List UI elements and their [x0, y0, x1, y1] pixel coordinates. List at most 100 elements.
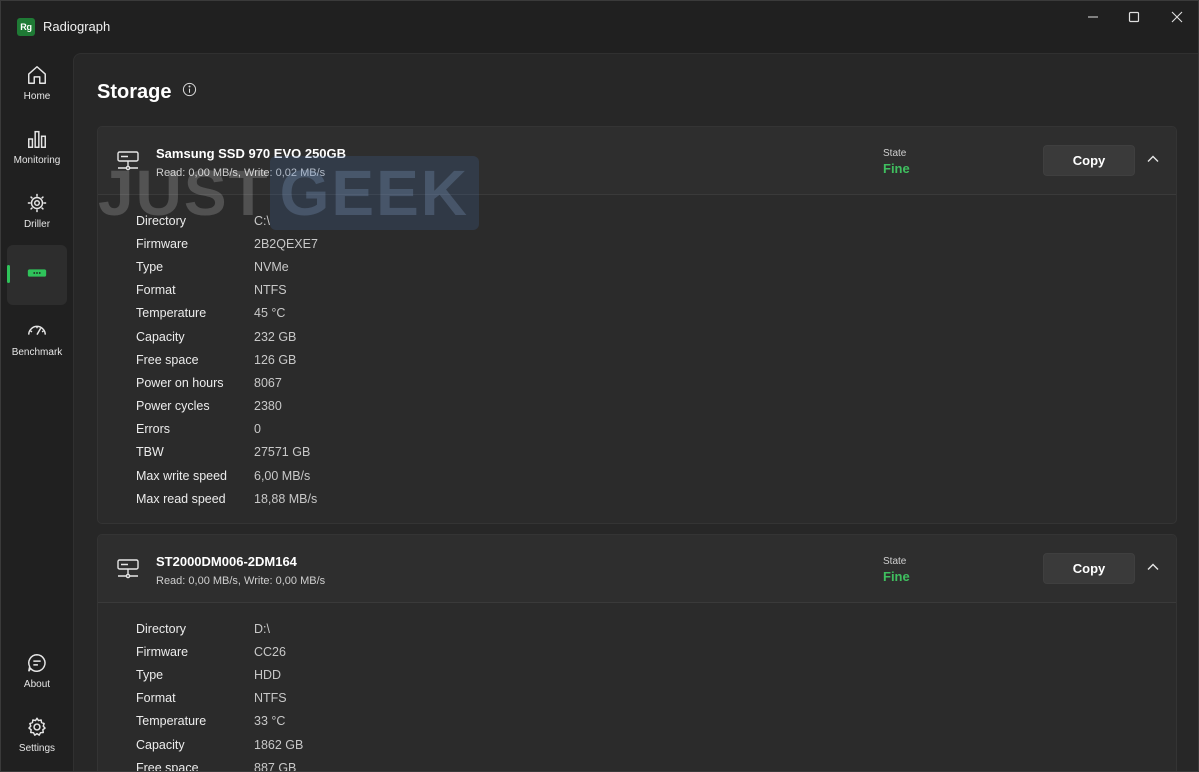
- property-value: NTFS: [254, 691, 287, 706]
- drive-card-header[interactable]: ST2000DM006-2DM164 Read: 0,00 MB/s, Writ…: [98, 535, 1176, 603]
- property-row: Temperature 33 °C: [136, 710, 1176, 733]
- property-value: 2380: [254, 399, 282, 414]
- property-key: Max write speed: [136, 468, 228, 483]
- info-icon[interactable]: [182, 82, 197, 102]
- property-value: 232 GB: [254, 329, 297, 344]
- home-icon: [25, 63, 49, 87]
- minimize-icon: [1088, 16, 1098, 18]
- app-window: Rg Radiograph Home Monitoring Driller Be…: [0, 0, 1199, 772]
- drive-properties: Directory D:\ Firmware CC26 Type HDD Format NTF…: [98, 603, 1176, 772]
- property-key: Temperature: [136, 306, 207, 321]
- drive-icon: [116, 559, 140, 584]
- property-key: Type: [136, 259, 164, 274]
- property-row: Errors 0: [136, 418, 1176, 441]
- property-row: Firmware CC26: [136, 640, 1176, 663]
- property-key: Firmware: [136, 644, 189, 659]
- state-label: State: [883, 556, 907, 567]
- property-value: 27571 GB: [254, 445, 311, 460]
- state-label: State: [883, 148, 907, 159]
- property-row: Power cycles 2380: [136, 395, 1176, 418]
- bar-chart-icon: [25, 127, 49, 151]
- sidebar-item-label: Settings: [18, 743, 56, 754]
- state-value: Fine: [883, 569, 910, 584]
- property-value: 126 GB: [254, 352, 297, 367]
- close-icon: [1171, 11, 1183, 23]
- property-key: Max read speed: [136, 491, 226, 506]
- sidebar-item-label: Benchmark: [11, 347, 63, 358]
- property-key: Firmware: [136, 236, 189, 251]
- chevron-up-icon[interactable]: [1146, 152, 1160, 171]
- property-key: Power on hours: [136, 375, 224, 390]
- property-value: CC26: [254, 644, 286, 659]
- property-value: C:\: [254, 213, 270, 228]
- sidebar-item-monitoring[interactable]: Monitoring: [7, 117, 67, 177]
- property-value: 18,88 MB/s: [254, 491, 318, 506]
- driller-icon: [25, 191, 49, 215]
- property-key: Free space: [136, 760, 199, 772]
- drive-icon: [116, 151, 140, 176]
- property-value: 1862 GB: [254, 737, 304, 752]
- sidebar-item-home[interactable]: Home: [7, 53, 67, 113]
- property-row: TBW 27571 GB: [136, 441, 1176, 464]
- copy-button[interactable]: Copy: [1043, 553, 1135, 584]
- sidebar-item-driller[interactable]: Driller: [7, 181, 67, 241]
- sidebar-item-label: Monitoring: [13, 155, 61, 166]
- property-value: 45 °C: [254, 306, 286, 321]
- chevron-up-icon[interactable]: [1146, 560, 1160, 579]
- property-row: Type HDD: [136, 663, 1176, 686]
- main-content: Storage Samsung SSD 970 EVO 250GB Read: …: [73, 53, 1198, 772]
- property-row: Free space 126 GB: [136, 348, 1176, 371]
- storage-icon: [25, 261, 49, 285]
- property-key: Power cycles: [136, 399, 210, 414]
- property-key: Capacity: [136, 329, 185, 344]
- drive-name: Samsung SSD 970 EVO 250GB: [156, 146, 347, 161]
- property-row: Directory D:\: [136, 617, 1176, 640]
- drive-card-header[interactable]: Samsung SSD 970 EVO 250GB Read: 0,00 MB/…: [98, 127, 1176, 195]
- property-key: Format: [136, 283, 176, 298]
- page-title: Storage: [97, 81, 172, 103]
- app-title: Radiograph: [43, 19, 111, 34]
- drive-card: Samsung SSD 970 EVO 250GB Read: 0,00 MB/…: [97, 126, 1177, 524]
- property-row: Power on hours 8067: [136, 371, 1176, 394]
- property-key: Directory: [136, 213, 187, 228]
- property-key: Directory: [136, 621, 187, 636]
- property-value: 887 GB: [254, 760, 297, 772]
- property-key: TBW: [136, 445, 164, 460]
- property-row: Max write speed 6,00 MB/s: [136, 464, 1176, 487]
- property-row: Firmware 2B2QEXE7: [136, 232, 1176, 255]
- active-indicator: [7, 265, 10, 283]
- sidebar-item-settings[interactable]: Settings: [7, 705, 67, 765]
- sidebar-item-storage[interactable]: [7, 245, 67, 305]
- speedometer-icon: [25, 319, 49, 343]
- sidebar-item-benchmark[interactable]: Benchmark: [7, 309, 67, 369]
- property-value: HDD: [254, 667, 282, 682]
- maximize-icon: [1128, 11, 1140, 23]
- property-row: Capacity 232 GB: [136, 325, 1176, 348]
- drive-read-write: Read: 0,00 MB/s, Write: 0,02 MB/s: [156, 167, 326, 179]
- app-logo: Rg: [17, 18, 35, 36]
- drive-read-write: Read: 0,00 MB/s, Write: 0,00 MB/s: [156, 575, 326, 587]
- sidebar: Home Monitoring Driller Benchmark About …: [1, 53, 73, 771]
- property-value: 33 °C: [254, 714, 286, 729]
- property-row: Capacity 1862 GB: [136, 733, 1176, 756]
- property-row: Type NVMe: [136, 255, 1176, 278]
- property-row: Free space 887 GB: [136, 756, 1176, 772]
- property-value: NTFS: [254, 283, 287, 298]
- property-row: Format NTFS: [136, 279, 1176, 302]
- property-value: 0: [254, 422, 261, 437]
- property-row: Format NTFS: [136, 687, 1176, 710]
- sidebar-item-about[interactable]: About: [7, 641, 67, 701]
- property-key: Capacity: [136, 737, 185, 752]
- minimize-button[interactable]: [1071, 1, 1115, 33]
- close-button[interactable]: [1155, 1, 1198, 33]
- sidebar-item-label: Home: [23, 91, 51, 102]
- copy-button[interactable]: Copy: [1043, 145, 1135, 176]
- gear-icon: [25, 715, 49, 739]
- property-row: Temperature 45 °C: [136, 302, 1176, 325]
- property-row: Directory C:\: [136, 209, 1176, 232]
- maximize-button[interactable]: [1112, 1, 1156, 33]
- title-bar: Rg Radiograph: [1, 1, 1198, 53]
- property-value: 6,00 MB/s: [254, 468, 311, 483]
- drive-card: ST2000DM006-2DM164 Read: 0,00 MB/s, Writ…: [97, 534, 1177, 772]
- drive-name: ST2000DM006-2DM164: [156, 554, 297, 569]
